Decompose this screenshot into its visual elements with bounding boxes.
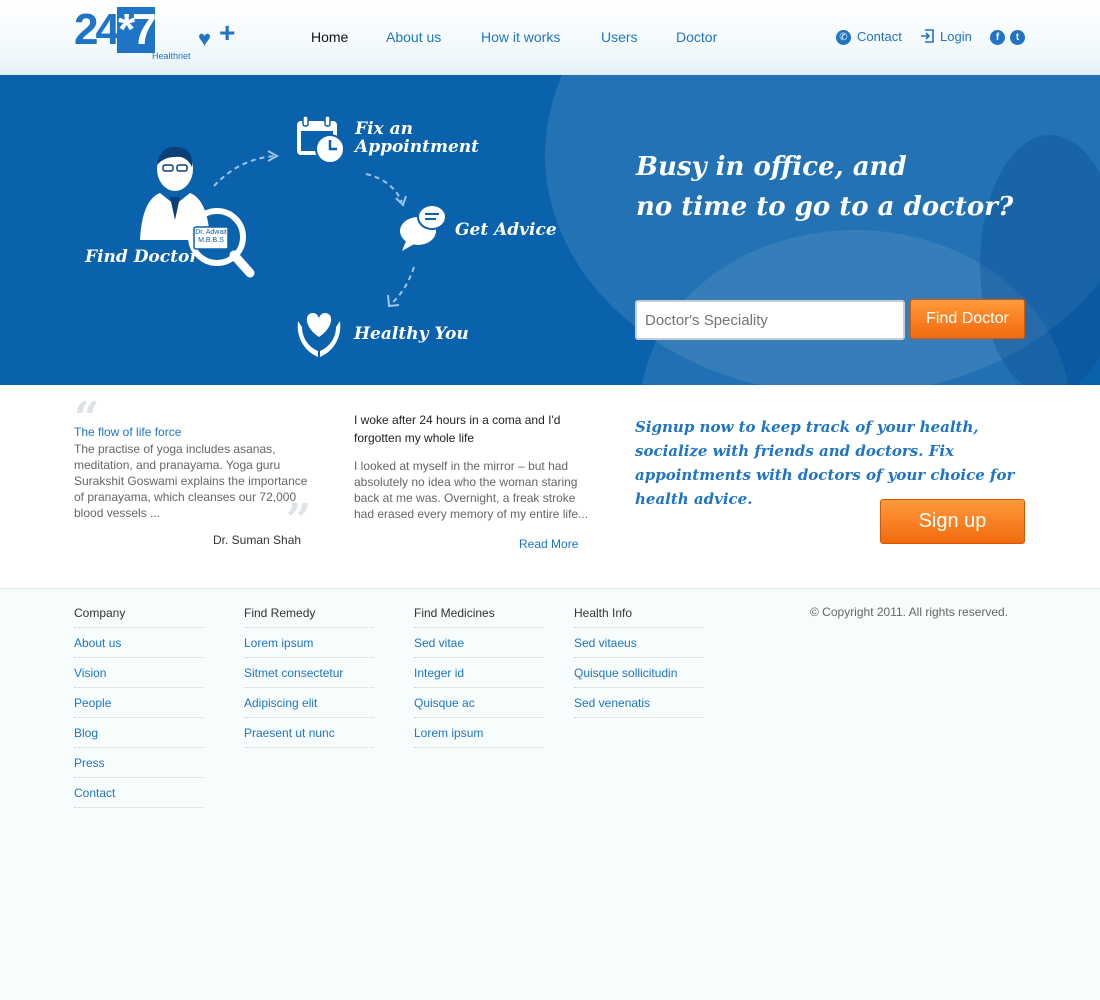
footer-link-press[interactable]: Press (74, 748, 204, 778)
testimonial-text: The practise of yoga includes asanas, me… (74, 442, 308, 520)
footer-heading: Health Info (574, 606, 704, 628)
nav-home[interactable]: Home (311, 29, 348, 45)
facebook-icon[interactable]: f (990, 30, 1005, 45)
site-header: 24*7 Healthnet ♥ + Home About us How it … (0, 0, 1100, 75)
footer-link[interactable]: Sed vitae (414, 628, 544, 658)
nav-users[interactable]: Users (601, 29, 638, 45)
footer-column-company: Company About us Vision People Blog Pres… (74, 606, 204, 808)
hero-tagline-line2: no time to go to a doctor? (636, 192, 1014, 222)
footer-link[interactable]: Sed venenatis (574, 688, 704, 718)
footer-heading: Find Medicines (414, 606, 544, 628)
footer-link-people[interactable]: People (74, 688, 204, 718)
calendar-clock-icon (295, 115, 347, 170)
nav-how-it-works[interactable]: How it works (481, 29, 560, 45)
hero-tagline-line1: Busy in office, and (636, 152, 907, 182)
step-fix-appointment: Fix an Appointment (355, 120, 479, 156)
footer-link[interactable]: Adipiscing elit (244, 688, 374, 718)
twitter-icon[interactable]: t (1010, 30, 1025, 45)
hero-tagline: Busy in office, and no time to go to a d… (636, 147, 1013, 227)
footer-link-vision[interactable]: Vision (74, 658, 204, 688)
phone-icon: ✆ (836, 30, 851, 46)
read-more-link[interactable]: Read More (519, 537, 578, 551)
contact-link[interactable]: ✆ Contact (836, 29, 902, 46)
footer-column-find-medicines: Find Medicines Sed vitae Integer id Quis… (414, 606, 544, 748)
content-band: “ The flow of life force The practise of… (0, 385, 1100, 589)
step-get-advice: Get Advice (455, 220, 557, 240)
footer-column-health-info: Health Info Sed vitaeus Quisque sollicit… (574, 606, 704, 718)
footer-link[interactable]: Sed vitaeus (574, 628, 704, 658)
chat-bubble-icon (398, 203, 448, 258)
footer-column-find-remedy: Find Remedy Lorem ipsum Sitmet consectet… (244, 606, 374, 748)
testimonial-author: Dr. Suman Shah (213, 533, 302, 547)
login-label: Login (940, 29, 972, 44)
find-doctor-button[interactable]: Find Doctor (910, 299, 1025, 339)
footer-link[interactable]: Sitmet consectetur (244, 658, 374, 688)
testimonial-title: The flow of life force (74, 425, 182, 439)
story-title: I woke after 24 hours in a coma and I'd … (354, 413, 561, 445)
doctor-badge-name: Dr. Adwait (195, 229, 227, 236)
footer-link[interactable]: Quisque sollicitudin (574, 658, 704, 688)
nav-doctor[interactable]: Doctor (676, 29, 717, 45)
footer-link[interactable]: Lorem ipsum (244, 628, 374, 658)
specialty-search-input[interactable] (635, 300, 905, 340)
footer-link-contact[interactable]: Contact (74, 778, 204, 808)
logo[interactable]: 24*7 Healthnet ♥ + (74, 5, 244, 63)
footer-link[interactable]: Quisque ac (414, 688, 544, 718)
step-find-doctor: Find Doctor (85, 247, 199, 267)
doctor-badge: Dr. Adwait M.B.B.S (194, 229, 228, 245)
step-healthy-you: Healthy You (354, 324, 469, 344)
hero-banner: Dr. Adwait M.B.B.S Find Doctor Fix an Ap… (0, 75, 1100, 385)
plus-icon: + (219, 17, 236, 48)
footer-heading: Company (74, 606, 204, 628)
nav-about-us[interactable]: About us (386, 29, 441, 45)
dashed-arrow-icon (213, 150, 280, 187)
footer-link[interactable]: Lorem ipsum (414, 718, 544, 748)
footer-link-about-us[interactable]: About us (74, 628, 204, 658)
step-fix-appointment-line1: Fix an (355, 119, 413, 139)
story-text: I looked at myself in the mirror – but h… (354, 459, 589, 521)
footer-link[interactable]: Praesent ut nunc (244, 718, 374, 748)
sign-up-button[interactable]: Sign up (880, 499, 1025, 544)
dashed-arrow-icon (387, 266, 415, 308)
heart-icon: ♥ (198, 26, 212, 51)
logo-wordmark: 24*7 (74, 5, 157, 54)
login-icon (920, 29, 934, 46)
contact-label: Contact (857, 29, 902, 44)
hands-heart-icon (294, 307, 344, 364)
footer-link[interactable]: Integer id (414, 658, 544, 688)
logo-subtitle: Healthnet (152, 51, 191, 61)
signup-text: Signup now to keep track of your health,… (635, 418, 1015, 508)
doctor-badge-degree: M.B.B.S (198, 237, 224, 244)
footer-heading: Find Remedy (244, 606, 374, 628)
footer-link-blog[interactable]: Blog (74, 718, 204, 748)
step-fix-appointment-line2: Appointment (355, 137, 479, 157)
login-link[interactable]: Login (920, 29, 972, 46)
copyright-text: © Copyright 2011. All rights reserved. (810, 605, 1009, 619)
